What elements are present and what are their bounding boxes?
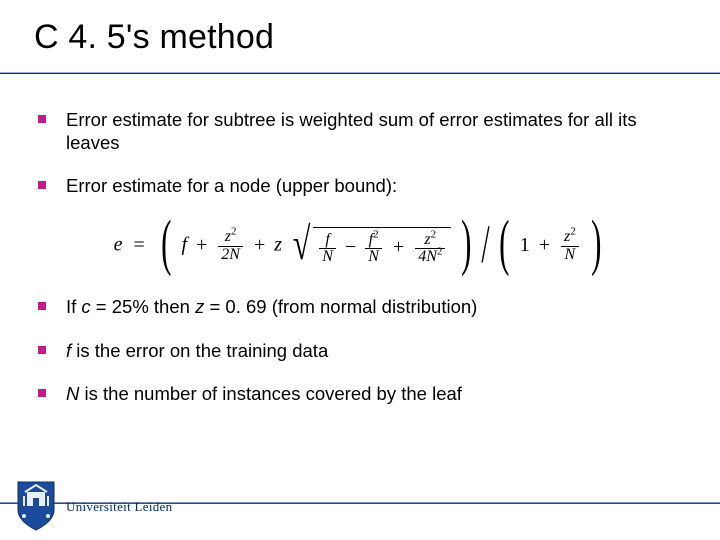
plus-sign: + — [539, 234, 550, 256]
plus-sign: + — [196, 234, 207, 256]
formula-block: e = ( f + z2 2N + z √ — [34, 217, 686, 275]
fraction: z2 2N — [218, 229, 243, 264]
content-area: Error estimate for subtree is weighted s… — [34, 108, 686, 425]
var-e: e — [114, 234, 123, 256]
division-slash: / — [481, 221, 489, 267]
var-f: f — [181, 234, 187, 256]
plus-sign: + — [254, 234, 265, 256]
radicand: f N − f2 N + z2 — [313, 227, 451, 267]
slide-title: C 4. 5's method — [34, 18, 692, 57]
const-one: 1 — [520, 234, 530, 256]
numerator: f2 — [365, 232, 382, 250]
minus-sign: − — [345, 236, 356, 258]
formula: e = ( f + z2 2N + z √ — [114, 217, 607, 275]
radical-sign: √ — [293, 224, 311, 264]
fraction: z2 N — [561, 229, 579, 264]
var-z: z — [274, 234, 282, 256]
bullet-list: If c = 25% then z = 0. 69 (from normal d… — [34, 295, 686, 404]
bullet-item: N is the number of instances covered by … — [34, 382, 686, 405]
paren-left: ( — [499, 214, 509, 272]
denominator: 4N2 — [415, 249, 445, 266]
crest-icon — [14, 480, 58, 534]
bullet-item: Error estimate for a node (upper bound): — [34, 174, 686, 197]
sqrt: √ f N − f2 N — [289, 226, 451, 266]
equals: = — [134, 234, 145, 256]
paren-left: ( — [161, 214, 171, 272]
paren-inner: 1 + z2 N — [520, 229, 581, 264]
title-divider — [0, 72, 720, 74]
denominator: 2N — [218, 247, 243, 264]
bullet-item: Error estimate for subtree is weighted s… — [34, 108, 686, 154]
paren-group-1: ( f + z2 2N + z √ — [156, 217, 477, 275]
paren-right: ) — [591, 214, 601, 272]
slide: C 4. 5's method Error estimate for subtr… — [0, 0, 720, 540]
denominator: N — [561, 247, 579, 264]
fraction: z2 4N2 — [415, 232, 445, 267]
var-f: f — [66, 340, 76, 361]
denominator: N — [365, 249, 382, 266]
paren-group-2: ( 1 + z2 N ) — [494, 217, 606, 275]
footer-logo: Universiteit Leiden — [14, 480, 172, 534]
bullet-item: f is the error on the training data — [34, 339, 686, 362]
denominator: N — [319, 249, 336, 266]
bullet-item: If c = 25% then z = 0. 69 (from normal d… — [34, 295, 686, 318]
fraction: f N — [319, 232, 336, 267]
var-c: c — [81, 296, 90, 317]
numerator: f — [319, 232, 336, 250]
bullet-list: Error estimate for subtree is weighted s… — [34, 108, 686, 197]
var-N: N — [66, 383, 79, 404]
university-name: Universiteit Leiden — [66, 499, 172, 515]
paren-inner: f + z2 2N + z √ f — [181, 226, 451, 266]
numerator: z2 — [561, 229, 579, 247]
fraction: f2 N — [365, 232, 382, 267]
paren-right: ) — [462, 214, 472, 272]
var-z: z — [195, 296, 204, 317]
plus-sign: + — [393, 236, 404, 258]
numerator: z2 — [218, 229, 243, 247]
